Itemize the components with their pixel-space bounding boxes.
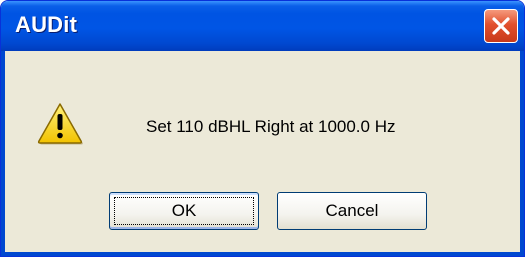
warning-icon <box>37 103 83 145</box>
ok-button-label: OK <box>171 201 197 220</box>
cancel-button[interactable]: Cancel <box>277 192 427 230</box>
window-border-left <box>1 51 5 256</box>
dialog-message: Set 110 dBHL Right at 1000.0 Hz <box>146 117 396 136</box>
ok-button[interactable]: OK <box>109 192 259 230</box>
title-bar[interactable]: AUDit <box>1 1 524 51</box>
dialog-title: AUDit <box>15 12 78 37</box>
dialog-window: AUDit Set 110 dBHL Right at 1000.0 Hz OK… <box>0 0 525 257</box>
window-border-bottom <box>1 252 524 256</box>
close-icon <box>492 17 510 35</box>
window-border-right <box>520 51 524 256</box>
cancel-button-label: Cancel <box>325 201 379 220</box>
close-button[interactable] <box>484 9 518 43</box>
